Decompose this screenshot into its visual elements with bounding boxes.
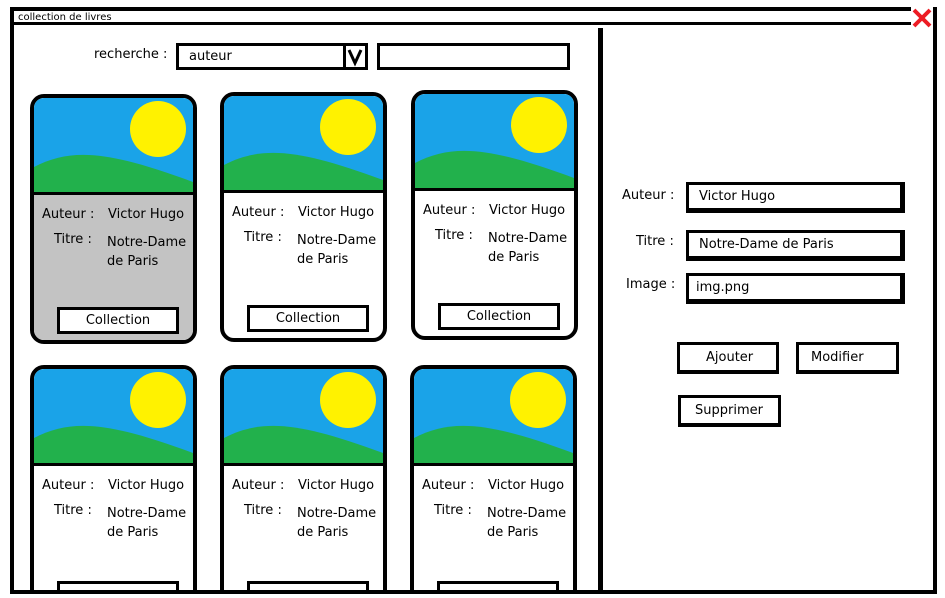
title-label: Titre : <box>434 503 472 518</box>
collection-button[interactable]: Collection <box>438 303 560 330</box>
book-cover-image <box>224 96 383 193</box>
book-card[interactable]: Auteur : Victor Hugo Titre : Notre-Dame … <box>220 365 387 590</box>
title-value: Notre-Dame <box>488 231 568 246</box>
book-cover-image <box>224 369 383 466</box>
book-card[interactable]: Auteur : Victor Hugo Titre : Notre-Dame … <box>410 365 577 590</box>
author-label: Auteur : <box>232 205 285 220</box>
author-value: Victor Hugo <box>108 207 185 222</box>
book-cover-image <box>34 98 193 195</box>
search-label: recherche : <box>94 47 168 62</box>
author-value: Victor Hugo <box>488 478 565 493</box>
title-label: Titre : <box>244 230 282 245</box>
title-value-line2: de Paris <box>488 250 540 265</box>
title-value-line2: de Paris <box>487 525 539 540</box>
author-label: Auteur : <box>422 478 475 493</box>
book-details: Auteur : Victor Hugo Titre : Notre-Dame … <box>34 466 193 590</box>
title-bar: collection de livres <box>14 11 933 25</box>
author-field-label: Auteur : <box>622 188 675 203</box>
book-details: Auteur : Victor Hugo Titre : Notre-Dame … <box>414 466 573 590</box>
title-value: Notre-Dame <box>297 233 377 248</box>
collection-button[interactable] <box>57 581 179 590</box>
title-value-line2: de Paris <box>297 525 349 540</box>
author-value: Victor Hugo <box>298 478 375 493</box>
book-cover-image <box>415 94 574 191</box>
book-cover-image <box>414 369 573 466</box>
author-label: Auteur : <box>42 478 95 493</box>
search-field-select[interactable]: auteur <box>176 43 368 70</box>
collection-button[interactable]: Collection <box>57 307 179 334</box>
chevron-down-icon[interactable] <box>343 46 365 67</box>
author-label: Auteur : <box>42 207 95 222</box>
add-button[interactable]: Ajouter <box>677 342 779 374</box>
book-card[interactable]: Auteur : Victor Hugo Titre : Notre-Dame … <box>411 90 578 340</box>
delete-button[interactable]: Supprimer <box>678 395 781 427</box>
title-value-line2: de Paris <box>297 252 349 267</box>
title-label: Titre : <box>54 503 92 518</box>
title-value: Notre-Dame <box>107 235 187 250</box>
title-value: Notre-Dame <box>297 506 377 521</box>
author-value: Victor Hugo <box>298 205 375 220</box>
author-label: Auteur : <box>232 478 285 493</box>
book-card[interactable]: Auteur : Victor Hugo Titre : Notre-Dame … <box>30 94 197 344</box>
search-input[interactable] <box>377 43 570 70</box>
title-value: Notre-Dame <box>487 506 567 521</box>
search-field-value: auteur <box>189 49 232 64</box>
edit-button[interactable]: Modifier <box>796 342 899 374</box>
library-pane: recherche : auteur Auteur : Victor Hugo … <box>14 28 598 590</box>
book-card[interactable]: Auteur : Victor Hugo Titre : Notre-Dame … <box>220 92 387 342</box>
book-details: Auteur : Victor Hugo Titre : Notre-Dame … <box>415 191 574 336</box>
collection-button[interactable]: Collection <box>247 305 369 332</box>
book-card[interactable]: Auteur : Victor Hugo Titre : Notre-Dame … <box>30 365 197 590</box>
title-label: Titre : <box>435 228 473 243</box>
book-details: Auteur : Victor Hugo Titre : Notre-Dame … <box>224 193 383 338</box>
image-field-label: Image : <box>626 277 676 292</box>
title-value-line2: de Paris <box>107 525 159 540</box>
collection-button[interactable] <box>437 581 559 590</box>
window-title: collection de livres <box>18 12 112 23</box>
title-value-line2: de Paris <box>107 254 159 269</box>
title-value: Notre-Dame <box>107 506 187 521</box>
book-details: Auteur : Victor Hugo Titre : Notre-Dame … <box>34 195 193 340</box>
title-label: Titre : <box>244 503 282 518</box>
image-field[interactable]: img.png <box>686 273 905 304</box>
book-details: Auteur : Victor Hugo Titre : Notre-Dame … <box>224 466 383 590</box>
close-icon[interactable] <box>911 7 933 29</box>
author-label: Auteur : <box>423 203 476 218</box>
title-field[interactable]: Notre-Dame de Paris <box>686 230 905 261</box>
app-window: collection de livres recherche : auteur <box>10 7 937 594</box>
edit-form-pane: Auteur : Victor Hugo Titre : Notre-Dame … <box>603 28 933 590</box>
author-value: Victor Hugo <box>108 478 185 493</box>
title-label: Titre : <box>54 232 92 247</box>
collection-button[interactable] <box>247 581 369 590</box>
author-field[interactable]: Victor Hugo <box>686 182 905 213</box>
book-cover-image <box>34 369 193 466</box>
title-field-label: Titre : <box>636 234 674 249</box>
author-value: Victor Hugo <box>489 203 566 218</box>
